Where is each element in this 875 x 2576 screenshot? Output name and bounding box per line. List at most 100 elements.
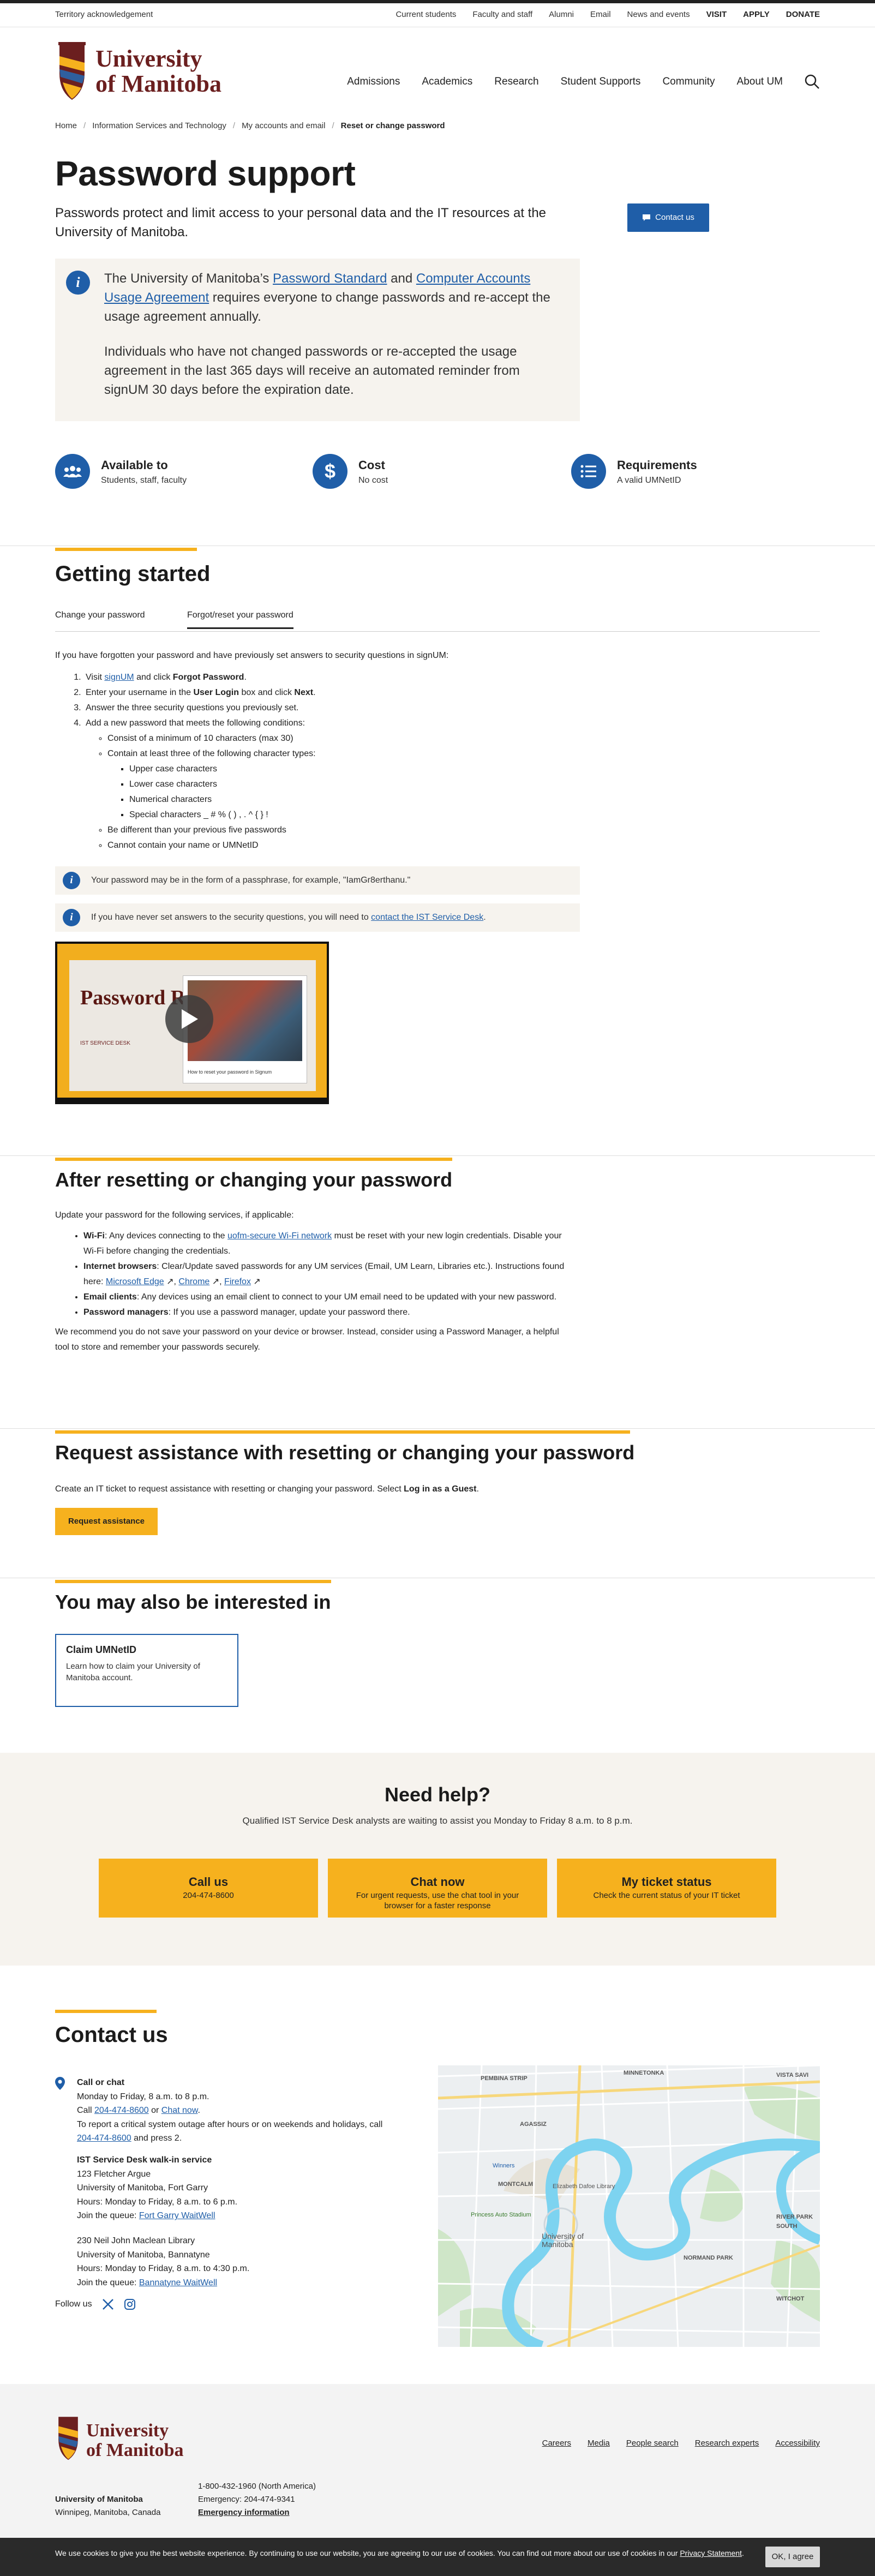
utility-link-alumni[interactable]: Alumni: [549, 9, 574, 21]
security-questions-tip: i If you have never set answers to the s…: [55, 903, 580, 932]
assistance-heading: Request assistance with resetting or cha…: [55, 1441, 635, 1464]
nav-about-um[interactable]: About UM: [737, 74, 783, 90]
password-standard-link[interactable]: Password Standard: [273, 271, 387, 286]
utility-link-apply[interactable]: APPLY: [743, 9, 770, 21]
people-icon: [55, 454, 90, 489]
territory-link[interactable]: Territory acknowledgement: [55, 9, 153, 21]
service-item-wifi: Wi-Fi: Any devices connecting to the uof…: [83, 1229, 573, 1259]
campus-map[interactable]: PEMBINA STRIP MINNETONKA VISTA SAVI AGAS…: [438, 2065, 820, 2347]
contact-text: or: [148, 2106, 161, 2116]
university-logo[interactable]: University of Manitoba: [55, 41, 221, 102]
emergency-info-link[interactable]: Emergency information: [198, 2508, 290, 2517]
info-icon: i: [66, 271, 90, 295]
map-label: PEMBINA STRIP: [481, 2075, 528, 2082]
firefox-link[interactable]: Firefox: [224, 1277, 251, 1286]
tab-change-password[interactable]: Change your password: [55, 609, 145, 627]
help-button-subtitle: For urgent requests, use the chat tool i…: [356, 1891, 519, 1910]
nav-community[interactable]: Community: [662, 74, 715, 90]
contact-text: .: [197, 2106, 200, 2116]
nav-student-supports[interactable]: Student Supports: [561, 74, 641, 90]
service-label: Password managers: [83, 1308, 169, 1317]
chat-now-link[interactable]: Chat now: [161, 2106, 198, 2115]
nav-research[interactable]: Research: [494, 74, 538, 90]
utility-link-donate[interactable]: DONATE: [786, 9, 820, 21]
walk-in-block: IST Service Desk walk-in service 123 Fle…: [77, 2153, 426, 2223]
getting-started-heading: Getting started: [55, 562, 211, 586]
play-icon[interactable]: [165, 995, 213, 1043]
claim-umnetid-card[interactable]: Claim UMNetID Learn how to claim your Un…: [55, 1634, 238, 1707]
utility-link-faculty-staff[interactable]: Faculty and staff: [472, 9, 532, 21]
reset-instructions: If you have forgotten your password and …: [55, 648, 601, 853]
footer-link-careers[interactable]: Careers: [542, 2437, 571, 2450]
utility-link-email[interactable]: Email: [590, 9, 611, 21]
breadcrumb-separator: /: [83, 121, 86, 130]
section-divider: [0, 1428, 875, 1429]
service-text: : Any devices connecting to the: [104, 1231, 227, 1241]
crest-icon: [58, 42, 86, 100]
feature-title: Cost: [358, 458, 385, 472]
map-label: NORMAND PARK: [684, 2255, 733, 2261]
contact-service-desk-link[interactable]: contact the IST Service Desk: [371, 913, 483, 922]
logo-line-1: University: [95, 45, 202, 72]
breadcrumb-accounts[interactable]: My accounts and email: [242, 120, 325, 133]
main-nav: Admissions Academics Research Student Su…: [347, 74, 820, 90]
utility-link-news[interactable]: News and events: [627, 9, 690, 21]
feature-title: Requirements: [617, 458, 697, 472]
phone-link[interactable]: 204-474-8600: [94, 2106, 149, 2115]
after-intro: Update your password for the following s…: [55, 1211, 294, 1220]
map-label: University of Manitoba: [542, 2232, 584, 2249]
bannatyne-waitwell-link[interactable]: Bannatyne WaitWell: [139, 2278, 217, 2287]
footer-logo-line-2: of Manitoba: [86, 2440, 184, 2460]
wifi-network-link[interactable]: uofm-secure Wi-Fi network: [227, 1231, 332, 1241]
password-reset-video[interactable]: Password Reset IST SERVICE DESK How to r…: [55, 942, 329, 1104]
footer-link-accessibility[interactable]: Accessibility: [775, 2437, 820, 2450]
contact-us-button[interactable]: Contact us: [627, 203, 709, 232]
utility-link-visit[interactable]: VISIT: [706, 9, 727, 21]
footer-link-research-experts[interactable]: Research experts: [695, 2437, 759, 2450]
annual-change-notice: i The University of Manitoba’s Password …: [55, 259, 580, 421]
ticket-status-button[interactable]: My ticket status Check the current statu…: [557, 1859, 776, 1918]
chat-now-button[interactable]: Chat now For urgent requests, use the ch…: [328, 1859, 547, 1918]
help-button-subtitle: 204-474-8600: [183, 1891, 234, 1900]
notice-text: The University of Manitoba’s: [104, 271, 273, 286]
footer-wordmark[interactable]: University of Manitoba: [86, 2421, 184, 2460]
fort-garry-waitwell-link[interactable]: Fort Garry WaitWell: [139, 2211, 215, 2220]
tab-forgot-reset-password[interactable]: Forgot/reset your password: [187, 609, 293, 629]
breadcrumb-home[interactable]: Home: [55, 120, 77, 133]
logo-wordmark: University of Manitoba: [95, 46, 221, 97]
breadcrumb-ist[interactable]: Information Services and Technology: [92, 120, 226, 133]
nav-academics[interactable]: Academics: [422, 74, 472, 90]
cookie-accept-button[interactable]: OK, I agree: [765, 2547, 820, 2567]
tip-text: If you have never set answers to the sec…: [91, 913, 371, 922]
x-twitter-icon[interactable]: [102, 2298, 114, 2310]
character-types: Upper case characters Lower case charact…: [129, 762, 601, 823]
request-assistance-button[interactable]: Request assistance: [55, 1508, 158, 1535]
password-conditions: Consist of a minimum of 10 characters (m…: [107, 731, 601, 853]
section-accent-bar: [55, 1158, 452, 1161]
footer-link-media[interactable]: Media: [588, 2437, 610, 2450]
call-us-button[interactable]: Call us 204-474-8600: [99, 1859, 318, 1918]
feature-subtitle: A valid UMNetID: [617, 476, 681, 485]
chrome-link[interactable]: Chrome: [178, 1277, 209, 1286]
after-reset-heading: After resetting or changing your passwor…: [55, 1169, 453, 1191]
map-canvas: [438, 2065, 820, 2347]
footer-phone[interactable]: Emergency: 204-474-9341: [198, 2495, 295, 2504]
nav-admissions[interactable]: Admissions: [347, 74, 400, 90]
privacy-statement-link[interactable]: Privacy Statement: [680, 2549, 742, 2557]
footer-link-people-search[interactable]: People search: [626, 2437, 679, 2450]
footer-address-line: Winnipeg, Manitoba, Canada: [55, 2508, 161, 2517]
utility-link-current-students[interactable]: Current students: [395, 9, 456, 21]
notice-paragraph-2: Individuals who have not changed passwor…: [104, 344, 520, 397]
edge-link[interactable]: Microsoft Edge: [106, 1277, 164, 1286]
outage-phone-link[interactable]: 204-474-8600: [77, 2134, 131, 2143]
signum-link[interactable]: signUM: [104, 673, 134, 682]
video-caption: How to reset your password in Signum: [188, 1069, 272, 1075]
instagram-icon[interactable]: [124, 2298, 136, 2310]
character-type: Numerical characters: [129, 792, 601, 807]
contact-text: and press 2.: [131, 2134, 182, 2143]
footer-phone[interactable]: 1-800-432-1960 (North America): [198, 2482, 316, 2491]
help-button-title: My ticket status: [621, 1875, 712, 1889]
video-subtitle: IST SERVICE DESK: [80, 1040, 130, 1046]
search-icon[interactable]: [805, 74, 820, 89]
address-line: 230 Neil John Maclean Library: [77, 2236, 195, 2245]
